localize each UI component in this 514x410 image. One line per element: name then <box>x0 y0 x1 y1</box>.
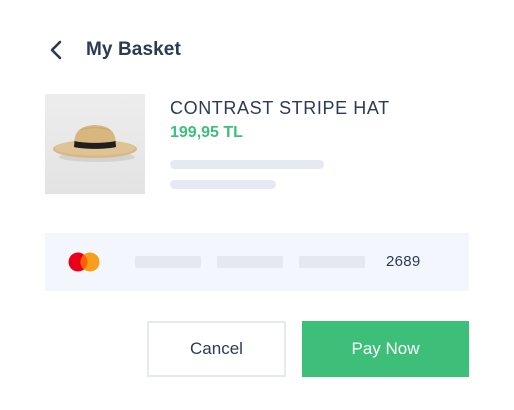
cancel-button[interactable]: Cancel <box>147 321 286 377</box>
chevron-left-icon[interactable] <box>48 34 76 66</box>
mastercard-icon <box>67 252 101 272</box>
payment-card-row[interactable]: 2689 <box>45 233 469 291</box>
masked-card-digits <box>299 256 365 268</box>
masked-card-digits <box>135 256 201 268</box>
product-price: 199,95 TL <box>170 124 243 141</box>
card-last-four: 2689 <box>386 253 421 270</box>
placeholder-line <box>170 160 324 169</box>
product-name: CONTRAST STRIPE HAT <box>170 98 390 118</box>
header: My Basket <box>48 34 181 66</box>
basket-screen: My Basket CONTRAST STRIPE HAT 199,95 TL <box>0 0 514 410</box>
placeholder-line <box>170 180 276 189</box>
masked-card-digits <box>217 256 283 268</box>
page-title: My Basket <box>86 39 181 60</box>
product-image <box>45 94 145 194</box>
pay-now-button[interactable]: Pay Now <box>302 321 469 377</box>
